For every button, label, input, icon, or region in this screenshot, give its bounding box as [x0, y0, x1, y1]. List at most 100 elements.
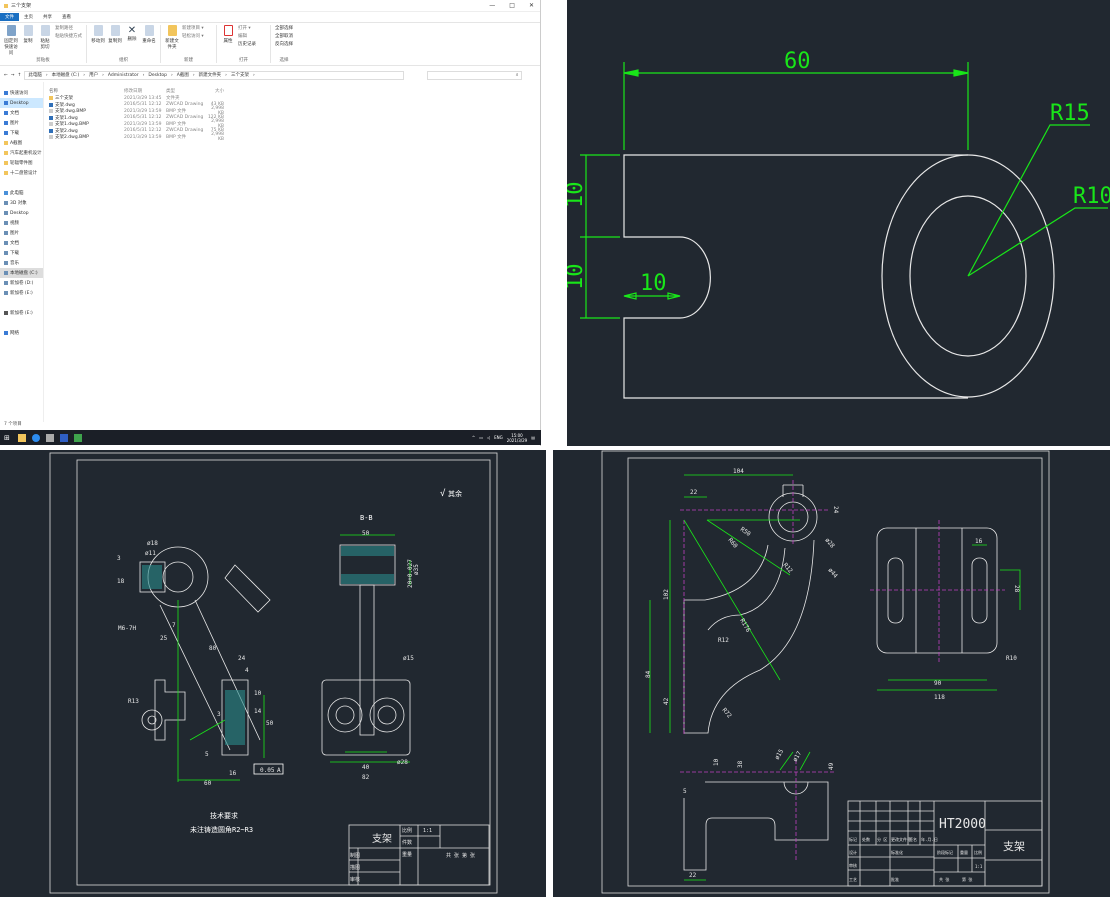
- breadcrumb-separator-icon[interactable]: ›: [225, 73, 227, 78]
- paste-button[interactable]: 粘贴 剪切: [38, 25, 52, 57]
- network-icon[interactable]: ▭: [479, 435, 483, 440]
- nav-item[interactable]: Desktop: [0, 98, 43, 108]
- copy-path-button[interactable]: 复制路径: [55, 25, 82, 31]
- word-taskbar-icon[interactable]: [60, 433, 68, 442]
- clock[interactable]: 15:00 2021/3/29: [507, 433, 528, 443]
- zwcad-taskbar-icon[interactable]: [74, 433, 82, 442]
- cad-geometry: [683, 539, 815, 734]
- breadcrumb-separator-icon[interactable]: ›: [143, 73, 145, 78]
- tab-home[interactable]: 主页: [19, 13, 38, 21]
- back-icon[interactable]: ←: [4, 73, 8, 78]
- start-button[interactable]: ⊞: [4, 434, 12, 442]
- easy-access-button[interactable]: 轻松访问 ▾: [182, 33, 212, 39]
- history-button[interactable]: 历史记录: [238, 41, 266, 47]
- explorer-taskbar-icon[interactable]: [18, 433, 26, 442]
- nav-item[interactable]: 本地磁盘 (C:): [0, 268, 43, 278]
- column-size[interactable]: 大小: [206, 88, 224, 94]
- breadcrumb-separator-icon[interactable]: ›: [46, 73, 48, 78]
- tray-chevron-icon[interactable]: ^: [472, 435, 475, 440]
- close-button[interactable]: ✕: [529, 2, 534, 9]
- breadcrumb-separator-icon[interactable]: ›: [171, 73, 173, 78]
- breadcrumb-separator-icon[interactable]: ›: [83, 73, 85, 78]
- column-type[interactable]: 类型: [166, 88, 206, 94]
- breadcrumb-item[interactable]: 用户: [89, 72, 98, 78]
- browser-taskbar-icon[interactable]: [32, 433, 40, 442]
- breadcrumb-separator-icon[interactable]: ›: [253, 73, 255, 78]
- nav-item[interactable]: 图片: [0, 118, 43, 128]
- up-icon[interactable]: ↑: [18, 73, 22, 78]
- dim-label: 38: [737, 760, 744, 768]
- dim-label: 7: [172, 622, 176, 629]
- nav-item[interactable]: 3D 对象: [0, 198, 43, 208]
- copy-to-button[interactable]: 复制到: [108, 25, 122, 57]
- nav-item[interactable]: 下载: [0, 128, 43, 138]
- nav-item[interactable]: 视频: [0, 218, 43, 228]
- paste-shortcut-button[interactable]: 粘贴快捷方式: [55, 33, 82, 39]
- nav-quick-access[interactable]: 快速访问: [0, 88, 43, 98]
- nav-item[interactable]: 汽车起重机设计: [0, 148, 43, 158]
- notification-icon[interactable]: ▤: [531, 435, 535, 440]
- column-date[interactable]: 修改日期: [124, 88, 166, 94]
- nav-item[interactable]: 新加卷 (E:): [0, 288, 43, 298]
- nav-item[interactable]: A截图: [0, 138, 43, 148]
- search-input[interactable]: ⌕: [427, 70, 523, 80]
- cut-button[interactable]: 剪切: [41, 44, 50, 50]
- language-indicator[interactable]: ENG: [494, 435, 503, 440]
- nav-item[interactable]: 文档: [0, 238, 43, 248]
- address-bar[interactable]: 此电脑 › 本地磁盘 (C:) › 用户 › Administrator › Desktop › A…: [24, 70, 405, 80]
- bmp-icon: [49, 122, 53, 127]
- tab-view[interactable]: 查看: [57, 13, 76, 21]
- file-type: BMP 文件: [166, 135, 187, 141]
- cad-label: 比例: [402, 827, 412, 834]
- new-folder-button[interactable]: 新建文件夹: [165, 25, 179, 57]
- dim-label: ø15: [403, 655, 414, 662]
- breadcrumb-item[interactable]: Desktop: [148, 73, 167, 78]
- tab-file[interactable]: 文件: [0, 13, 19, 21]
- front-view: [683, 484, 818, 734]
- nav-item[interactable]: 图片: [0, 228, 43, 238]
- breadcrumb-item[interactable]: A截图: [177, 72, 189, 78]
- file-date: 2021/3/29 13:59: [124, 108, 162, 114]
- breadcrumb-item[interactable]: Administrator: [108, 73, 139, 78]
- rename-button[interactable]: 重命名: [142, 25, 156, 57]
- file-name: 支架2.dwg.BMP: [55, 135, 89, 141]
- breadcrumb-item[interactable]: 此电脑: [28, 72, 42, 78]
- copy-button[interactable]: 复制: [21, 25, 35, 57]
- pin-button[interactable]: 固定到快速访问: [4, 25, 18, 57]
- column-name[interactable]: 名称: [49, 88, 124, 94]
- volume-icon[interactable]: ◁: [487, 435, 490, 440]
- cad-label: 更改文件号: [891, 836, 911, 842]
- move-to-button[interactable]: 移动到: [91, 25, 105, 57]
- invert-selection-button[interactable]: 反向选择: [275, 41, 293, 47]
- nav-item[interactable]: 新加卷 (E:): [0, 308, 43, 318]
- select-all-button[interactable]: 全部选择: [275, 25, 293, 31]
- delete-button[interactable]: ✕ 删除: [125, 25, 139, 57]
- nav-item[interactable]: 十二盘管设计: [0, 168, 43, 178]
- breadcrumb-item[interactable]: 三个支架: [231, 72, 249, 78]
- properties-button[interactable]: 属性: [221, 25, 235, 57]
- file-row[interactable]: 支架2.dwg.BMP 2021/3/29 13:59 BMP 文件 2,998 KB: [49, 132, 540, 142]
- dim-label: 50: [362, 530, 370, 537]
- app-taskbar-icon[interactable]: [46, 433, 54, 442]
- open-button[interactable]: 打开 ▾: [238, 25, 266, 31]
- maximize-button[interactable]: □: [509, 2, 515, 9]
- nav-item[interactable]: 音乐: [0, 258, 43, 268]
- breadcrumb-separator-icon[interactable]: ›: [102, 73, 104, 78]
- nav-item[interactable]: 文档: [0, 108, 43, 118]
- edit-button[interactable]: 编辑: [238, 33, 266, 39]
- breadcrumb-separator-icon[interactable]: ›: [193, 73, 195, 78]
- nav-item[interactable]: 轮辐零件图: [0, 158, 43, 168]
- select-none-button[interactable]: 全部取消: [275, 33, 293, 39]
- dim-label: 10: [713, 758, 720, 766]
- breadcrumb-item[interactable]: 本地磁盘 (C:): [52, 72, 80, 78]
- breadcrumb-item[interactable]: 新建文件夹: [199, 72, 222, 78]
- nav-this-pc[interactable]: 此电脑: [0, 188, 43, 198]
- nav-item[interactable]: Desktop: [0, 208, 43, 218]
- new-item-button[interactable]: 新建项目 ▾: [182, 25, 212, 31]
- forward-icon[interactable]: →: [11, 73, 15, 78]
- minimize-button[interactable]: —: [489, 2, 495, 9]
- nav-item[interactable]: 新加卷 (D:): [0, 278, 43, 288]
- nav-network[interactable]: 网络: [0, 328, 43, 338]
- nav-item[interactable]: 下载: [0, 248, 43, 258]
- tab-share[interactable]: 共享: [38, 13, 57, 21]
